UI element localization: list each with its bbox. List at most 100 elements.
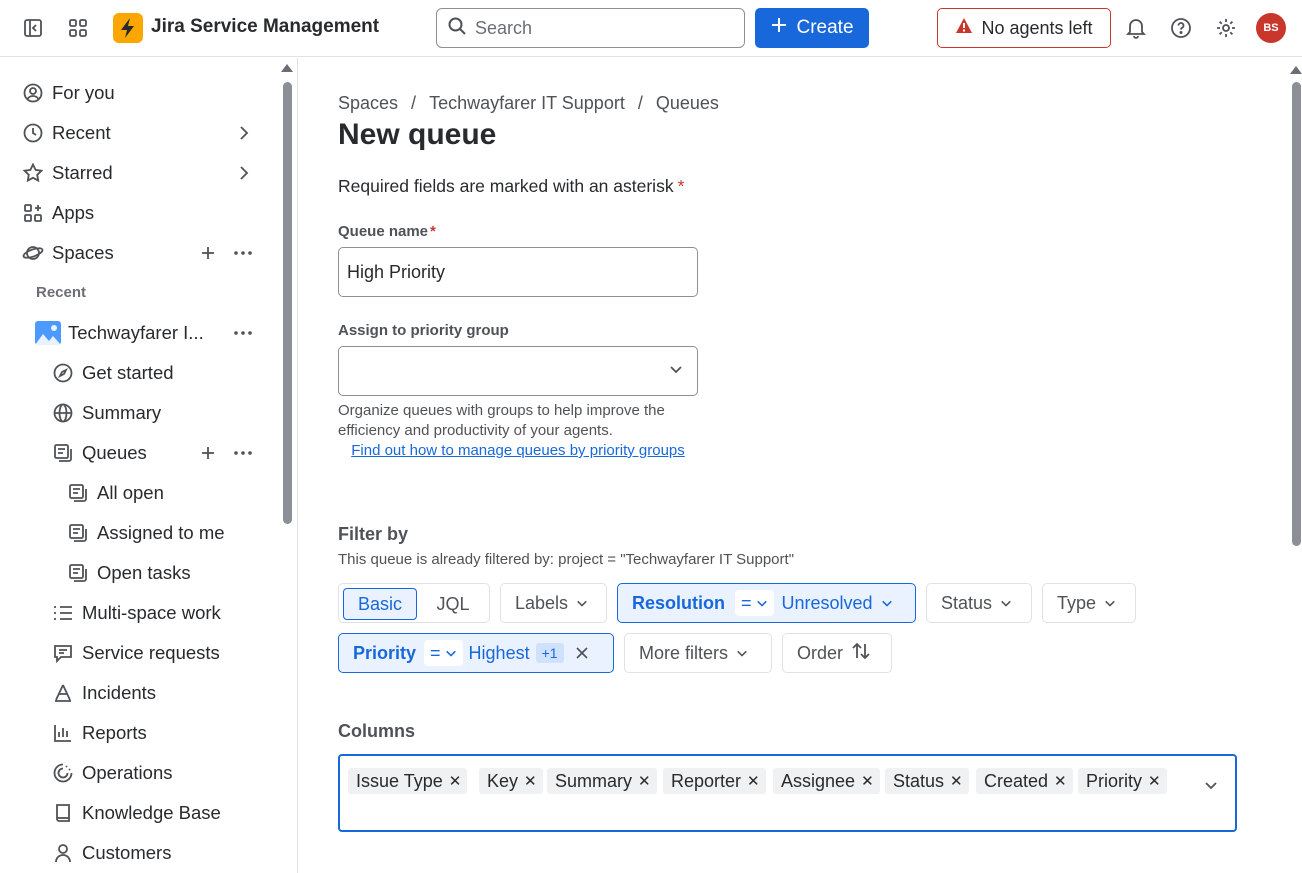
type-filter[interactable]: Type bbox=[1042, 583, 1136, 623]
remove-column-icon[interactable]: ✕ bbox=[1054, 772, 1067, 790]
type-filter-label: Type bbox=[1057, 592, 1097, 613]
sidebar-scrollbar[interactable] bbox=[283, 82, 292, 524]
top-navigation: Jira Service Management Create No agents… bbox=[0, 0, 1302, 57]
jsm-logo[interactable] bbox=[113, 13, 143, 43]
sidebar-item-incidents[interactable]: Incidents bbox=[52, 675, 156, 711]
search-input[interactable] bbox=[475, 17, 715, 39]
app-title[interactable]: Jira Service Management bbox=[151, 16, 379, 38]
jql-mode-button[interactable]: JQL bbox=[419, 588, 487, 620]
order-label: Order bbox=[797, 642, 844, 663]
sidebar-item-customers[interactable]: Customers bbox=[52, 835, 171, 871]
sidebar-item-open-tasks[interactable]: Open tasks bbox=[67, 555, 191, 591]
chevron-right-icon[interactable] bbox=[232, 161, 256, 185]
chevron-down-icon bbox=[669, 362, 683, 381]
breadcrumb-queues[interactable]: Queues bbox=[656, 93, 719, 114]
sidebar-scroll-up-arrow[interactable] bbox=[281, 64, 293, 72]
column-tag: Summary ✕ bbox=[547, 768, 657, 794]
recent-spaces-heading: Recent bbox=[36, 284, 87, 301]
column-tag-label: Summary bbox=[555, 770, 633, 791]
sidebar-item-starred[interactable]: Starred bbox=[22, 155, 113, 191]
person-icon bbox=[52, 842, 74, 864]
create-button[interactable]: Create bbox=[755, 8, 869, 48]
search-icon bbox=[447, 16, 467, 41]
sidebar-item-assigned-to-me[interactable]: Assigned to me bbox=[67, 515, 225, 551]
breadcrumb-spaces[interactable]: Spaces bbox=[338, 93, 398, 114]
priority-operator[interactable]: = bbox=[424, 640, 463, 666]
sidebar-item-space[interactable]: Techwayfarer I... bbox=[35, 315, 204, 351]
queue-icon bbox=[52, 442, 74, 464]
sidebar-toggle-icon[interactable] bbox=[17, 12, 49, 44]
space-more-icon[interactable] bbox=[231, 321, 255, 345]
sidebar-item-for-you[interactable]: For you bbox=[22, 75, 115, 111]
remove-column-icon[interactable]: ✕ bbox=[950, 772, 963, 790]
more-filters-button[interactable]: More filters bbox=[624, 633, 772, 673]
basic-mode-button[interactable]: Basic bbox=[343, 588, 417, 620]
sidebar-item-service-requests[interactable]: Service requests bbox=[52, 635, 220, 671]
queue-name-input[interactable] bbox=[338, 247, 698, 297]
sidebar-item-summary[interactable]: Summary bbox=[52, 395, 161, 431]
no-agents-left-button[interactable]: No agents left bbox=[937, 8, 1111, 48]
breadcrumb-project[interactable]: Techwayfarer IT Support bbox=[429, 93, 625, 114]
column-tag-label: Reporter bbox=[671, 770, 742, 791]
resolution-operator[interactable]: = bbox=[735, 590, 774, 616]
remove-column-icon[interactable]: ✕ bbox=[449, 772, 462, 790]
priority-groups-help-link[interactable]: Find out how to manage queues by priorit… bbox=[338, 441, 698, 461]
remove-column-icon[interactable]: ✕ bbox=[1148, 772, 1161, 790]
chevron-down-icon[interactable] bbox=[1204, 778, 1218, 797]
column-tag: Issue Type ✕ bbox=[348, 768, 468, 794]
sidebar-item-label: Incidents bbox=[82, 682, 157, 703]
priority-group-select[interactable] bbox=[338, 346, 698, 396]
sidebar-item-knowledge-base[interactable]: Knowledge Base bbox=[52, 795, 221, 831]
sidebar-item-recent[interactable]: Recent bbox=[22, 115, 111, 151]
priority-value: Highest bbox=[468, 642, 530, 663]
sidebar-item-apps[interactable]: Apps bbox=[22, 195, 94, 231]
clear-priority-filter-icon[interactable] bbox=[575, 643, 588, 664]
main-scrollbar[interactable] bbox=[1292, 82, 1301, 546]
required-note: Required fields are marked with an aster… bbox=[338, 176, 684, 197]
main-scroll-up-arrow[interactable] bbox=[1290, 66, 1302, 74]
sidebar-item-multi-space-work[interactable]: Multi-space work bbox=[52, 595, 221, 631]
help-icon[interactable] bbox=[1165, 12, 1197, 44]
sidebar-item-queues[interactable]: Queues bbox=[52, 435, 147, 471]
remove-column-icon[interactable]: ✕ bbox=[747, 772, 760, 790]
add-queue-plus-icon[interactable] bbox=[196, 441, 220, 465]
status-filter[interactable]: Status bbox=[926, 583, 1032, 623]
add-space-plus-icon[interactable] bbox=[196, 241, 220, 265]
sidebar-item-reports[interactable]: Reports bbox=[52, 715, 147, 751]
remove-column-icon[interactable]: ✕ bbox=[524, 772, 537, 790]
globe-icon bbox=[52, 402, 74, 424]
app-switcher-icon[interactable] bbox=[62, 12, 94, 44]
sidebar-item-get-started[interactable]: Get started bbox=[52, 355, 174, 391]
priority-filter[interactable]: Priority = Highest +1 bbox=[338, 633, 614, 673]
queues-more-icon[interactable] bbox=[231, 441, 255, 465]
chevron-down-icon bbox=[756, 593, 768, 614]
chevron-down-icon bbox=[1000, 593, 1012, 614]
resolution-value: Unresolved bbox=[781, 592, 873, 613]
user-avatar[interactable]: BS bbox=[1256, 13, 1286, 43]
labels-filter[interactable]: Labels bbox=[500, 583, 607, 623]
column-tag-label: Priority bbox=[1086, 770, 1143, 791]
chevron-right-icon[interactable] bbox=[232, 121, 256, 145]
sidebar-item-operations[interactable]: Operations bbox=[52, 755, 173, 791]
settings-gear-icon[interactable] bbox=[1210, 12, 1242, 44]
notifications-bell-icon[interactable] bbox=[1120, 12, 1152, 44]
chat-icon bbox=[52, 642, 74, 664]
columns-multiselect[interactable]: Issue Type ✕ Key ✕ Summary ✕ Reporter ✕ Assi… bbox=[338, 754, 1237, 832]
column-tag: Key ✕ bbox=[479, 768, 543, 794]
resolution-filter[interactable]: Resolution = Unresolved bbox=[617, 583, 916, 623]
bar-chart-icon bbox=[52, 722, 74, 744]
chevron-down-icon bbox=[736, 643, 748, 664]
sidebar-item-spaces[interactable]: Spaces bbox=[22, 235, 114, 271]
search-box[interactable] bbox=[436, 8, 745, 48]
order-button[interactable]: Order bbox=[782, 633, 892, 673]
chevron-down-icon bbox=[881, 593, 893, 614]
compass-icon bbox=[52, 362, 74, 384]
remove-column-icon[interactable]: ✕ bbox=[861, 772, 874, 790]
remove-column-icon[interactable]: ✕ bbox=[638, 772, 651, 790]
sidebar-item-all-open[interactable]: All open bbox=[67, 475, 164, 511]
sidebar-item-label: Spaces bbox=[52, 242, 114, 263]
spaces-more-icon[interactable] bbox=[231, 241, 255, 265]
sidebar-item-label: Starred bbox=[52, 162, 113, 183]
chevron-down-icon bbox=[1104, 593, 1116, 614]
operator-text: = bbox=[741, 592, 752, 613]
